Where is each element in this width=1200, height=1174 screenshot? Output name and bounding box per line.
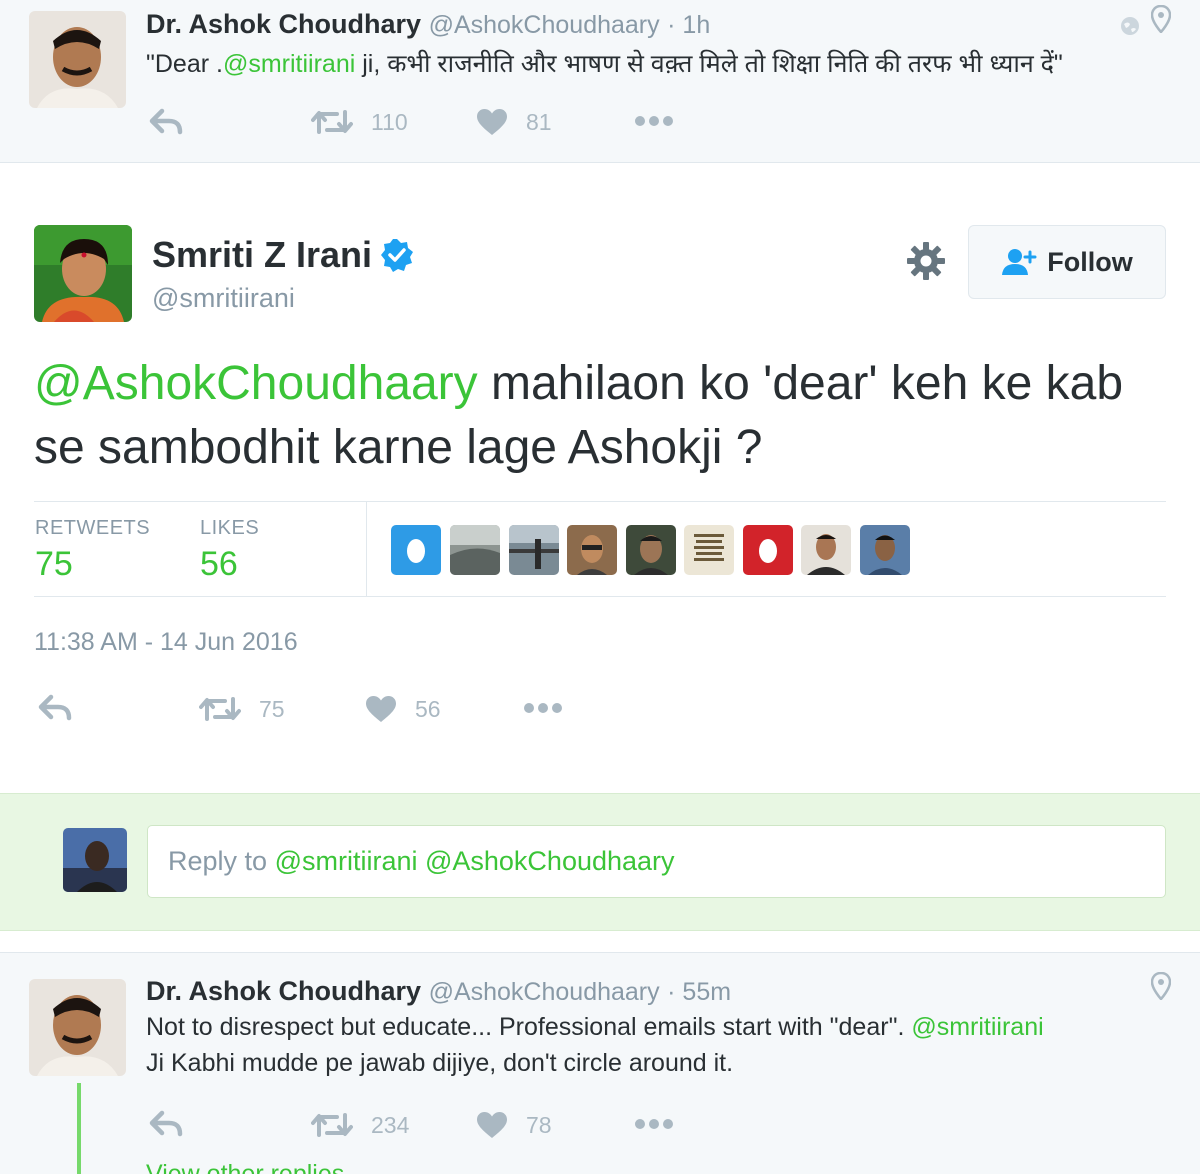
liker-avatar[interactable]: [450, 525, 500, 575]
current-user-avatar: [63, 828, 127, 892]
more-button[interactable]: [634, 1117, 674, 1131]
verified-badge-icon: [381, 239, 414, 272]
follow-label: Follow: [1047, 246, 1133, 277]
retweet-button[interactable]: 110: [311, 108, 408, 136]
tweet-time[interactable]: · 1h: [667, 11, 710, 39]
liker-avatar[interactable]: [860, 525, 910, 575]
follow-user-icon: [1002, 249, 1037, 275]
retweet-icon: [311, 110, 353, 134]
retweet-icon: [199, 697, 241, 721]
liker-avatar[interactable]: [801, 525, 851, 575]
reply-button[interactable]: [149, 108, 183, 136]
tweet-text-line2: Ji Kabhi mudde pe jawab dijiye, don't ci…: [146, 1049, 734, 1077]
liker-avatar[interactable]: [626, 525, 676, 575]
author-handle[interactable]: @AshokChoudhaary: [429, 978, 660, 1006]
retweet-count: 234: [371, 1111, 410, 1138]
retweet-count: 110: [371, 108, 408, 135]
tweet-timestamp[interactable]: 11:38 AM - 14 Jun 2016: [34, 628, 298, 657]
divider: [34, 501, 1166, 502]
divider: [34, 596, 1166, 597]
reply-button[interactable]: [38, 694, 72, 722]
reply-icon: [149, 108, 183, 135]
author-name-text[interactable]: Dr. Ashok Choudhary: [146, 9, 421, 39]
more-icon: [635, 116, 673, 126]
likes-label[interactable]: LIKES: [200, 517, 259, 540]
liker-avatar[interactable]: [567, 525, 617, 575]
like-count: 81: [526, 108, 552, 135]
like-button[interactable]: 78: [476, 1111, 552, 1139]
reply-input[interactable]: Reply to @smritiirani @AshokChoudhaary: [147, 825, 1166, 898]
liker-avatar[interactable]: [743, 525, 793, 575]
retweets-count[interactable]: 75: [35, 545, 73, 584]
mention-link[interactable]: @smritiirani: [223, 50, 355, 78]
mention-link[interactable]: @smritiirani: [911, 1013, 1043, 1041]
author-name[interactable]: Dr. Ashok Choudhary @AshokChoudhaary · 5…: [146, 976, 731, 1007]
bottom-tweet[interactable]: Dr. Ashok Choudhary @AshokChoudhaary · 5…: [0, 952, 1200, 1174]
location-pin-icon: [1151, 972, 1171, 1000]
tweet-text-rest: ji, कभी राजनीति और भाषण से वक़्त मिले तो…: [355, 50, 1063, 78]
retweet-count: 75: [259, 695, 285, 722]
liker-avatar[interactable]: [391, 525, 441, 575]
avatar[interactable]: [29, 979, 126, 1076]
main-author-handle[interactable]: @smritiirani: [152, 283, 295, 314]
more-button[interactable]: [523, 701, 563, 715]
more-icon: [524, 703, 562, 713]
main-author-name[interactable]: Smriti Z Irani: [152, 234, 414, 276]
mention-link[interactable]: @AshokChoudhaary: [34, 357, 478, 410]
top-tweet[interactable]: Dr. Ashok Choudhary @AshokChoudhaary · 1…: [0, 0, 1200, 163]
like-button[interactable]: 81: [476, 108, 552, 136]
like-count: 78: [526, 1111, 552, 1138]
retweet-button[interactable]: 75: [199, 695, 285, 723]
author-name[interactable]: Dr. Ashok Choudhary @AshokChoudhaary · 1…: [146, 9, 710, 40]
retweet-button[interactable]: 234: [311, 1111, 409, 1139]
more-icon: [635, 1119, 673, 1129]
tweet-text: Not to disrespect but educate... Profess…: [146, 1013, 1044, 1042]
heart-icon: [477, 109, 507, 135]
reply-mentions: @smritiirani @AshokChoudhaary: [274, 846, 675, 876]
author-name-text[interactable]: Dr. Ashok Choudhary: [146, 976, 421, 1006]
main-author-name-text[interactable]: Smriti Z Irani: [152, 234, 372, 276]
globe-icon: [1121, 17, 1139, 35]
reply-icon: [38, 694, 72, 721]
avatar[interactable]: [29, 11, 126, 108]
tweet-text: "Dear .@smritiirani ji, कभी राजनीति और भ…: [146, 46, 1063, 80]
reply-placeholder: Reply to: [168, 846, 275, 876]
heart-icon: [477, 1112, 507, 1138]
reply-button[interactable]: [149, 1110, 183, 1138]
author-handle[interactable]: @AshokChoudhaary: [429, 11, 660, 39]
retweets-label[interactable]: RETWEETS: [35, 517, 150, 540]
liker-avatar[interactable]: [684, 525, 734, 575]
location-pin-icon: [1151, 5, 1171, 33]
follow-button[interactable]: Follow: [968, 225, 1166, 299]
divider: [366, 502, 367, 596]
tweet-text-start: "Dear .: [146, 50, 223, 78]
reply-icon: [149, 1110, 183, 1137]
heart-icon: [366, 696, 396, 722]
tweet-time[interactable]: · 55m: [667, 978, 731, 1006]
liker-avatar[interactable]: [509, 525, 559, 575]
like-count: 56: [415, 695, 441, 722]
retweet-icon: [311, 1113, 353, 1137]
thread-line: [77, 1083, 81, 1174]
more-button[interactable]: [634, 114, 674, 128]
like-button[interactable]: 56: [365, 695, 441, 723]
gear-icon[interactable]: [906, 241, 946, 281]
tweet-text-line1: Not to disrespect but educate... Profess…: [146, 1013, 912, 1041]
view-more-replies-link[interactable]: View other replies: [146, 1160, 344, 1174]
main-avatar[interactable]: [34, 225, 132, 322]
main-tweet-text: @AshokChoudhaary mahilaon ko 'dear' keh …: [34, 352, 1164, 480]
likes-count[interactable]: 56: [200, 545, 238, 584]
